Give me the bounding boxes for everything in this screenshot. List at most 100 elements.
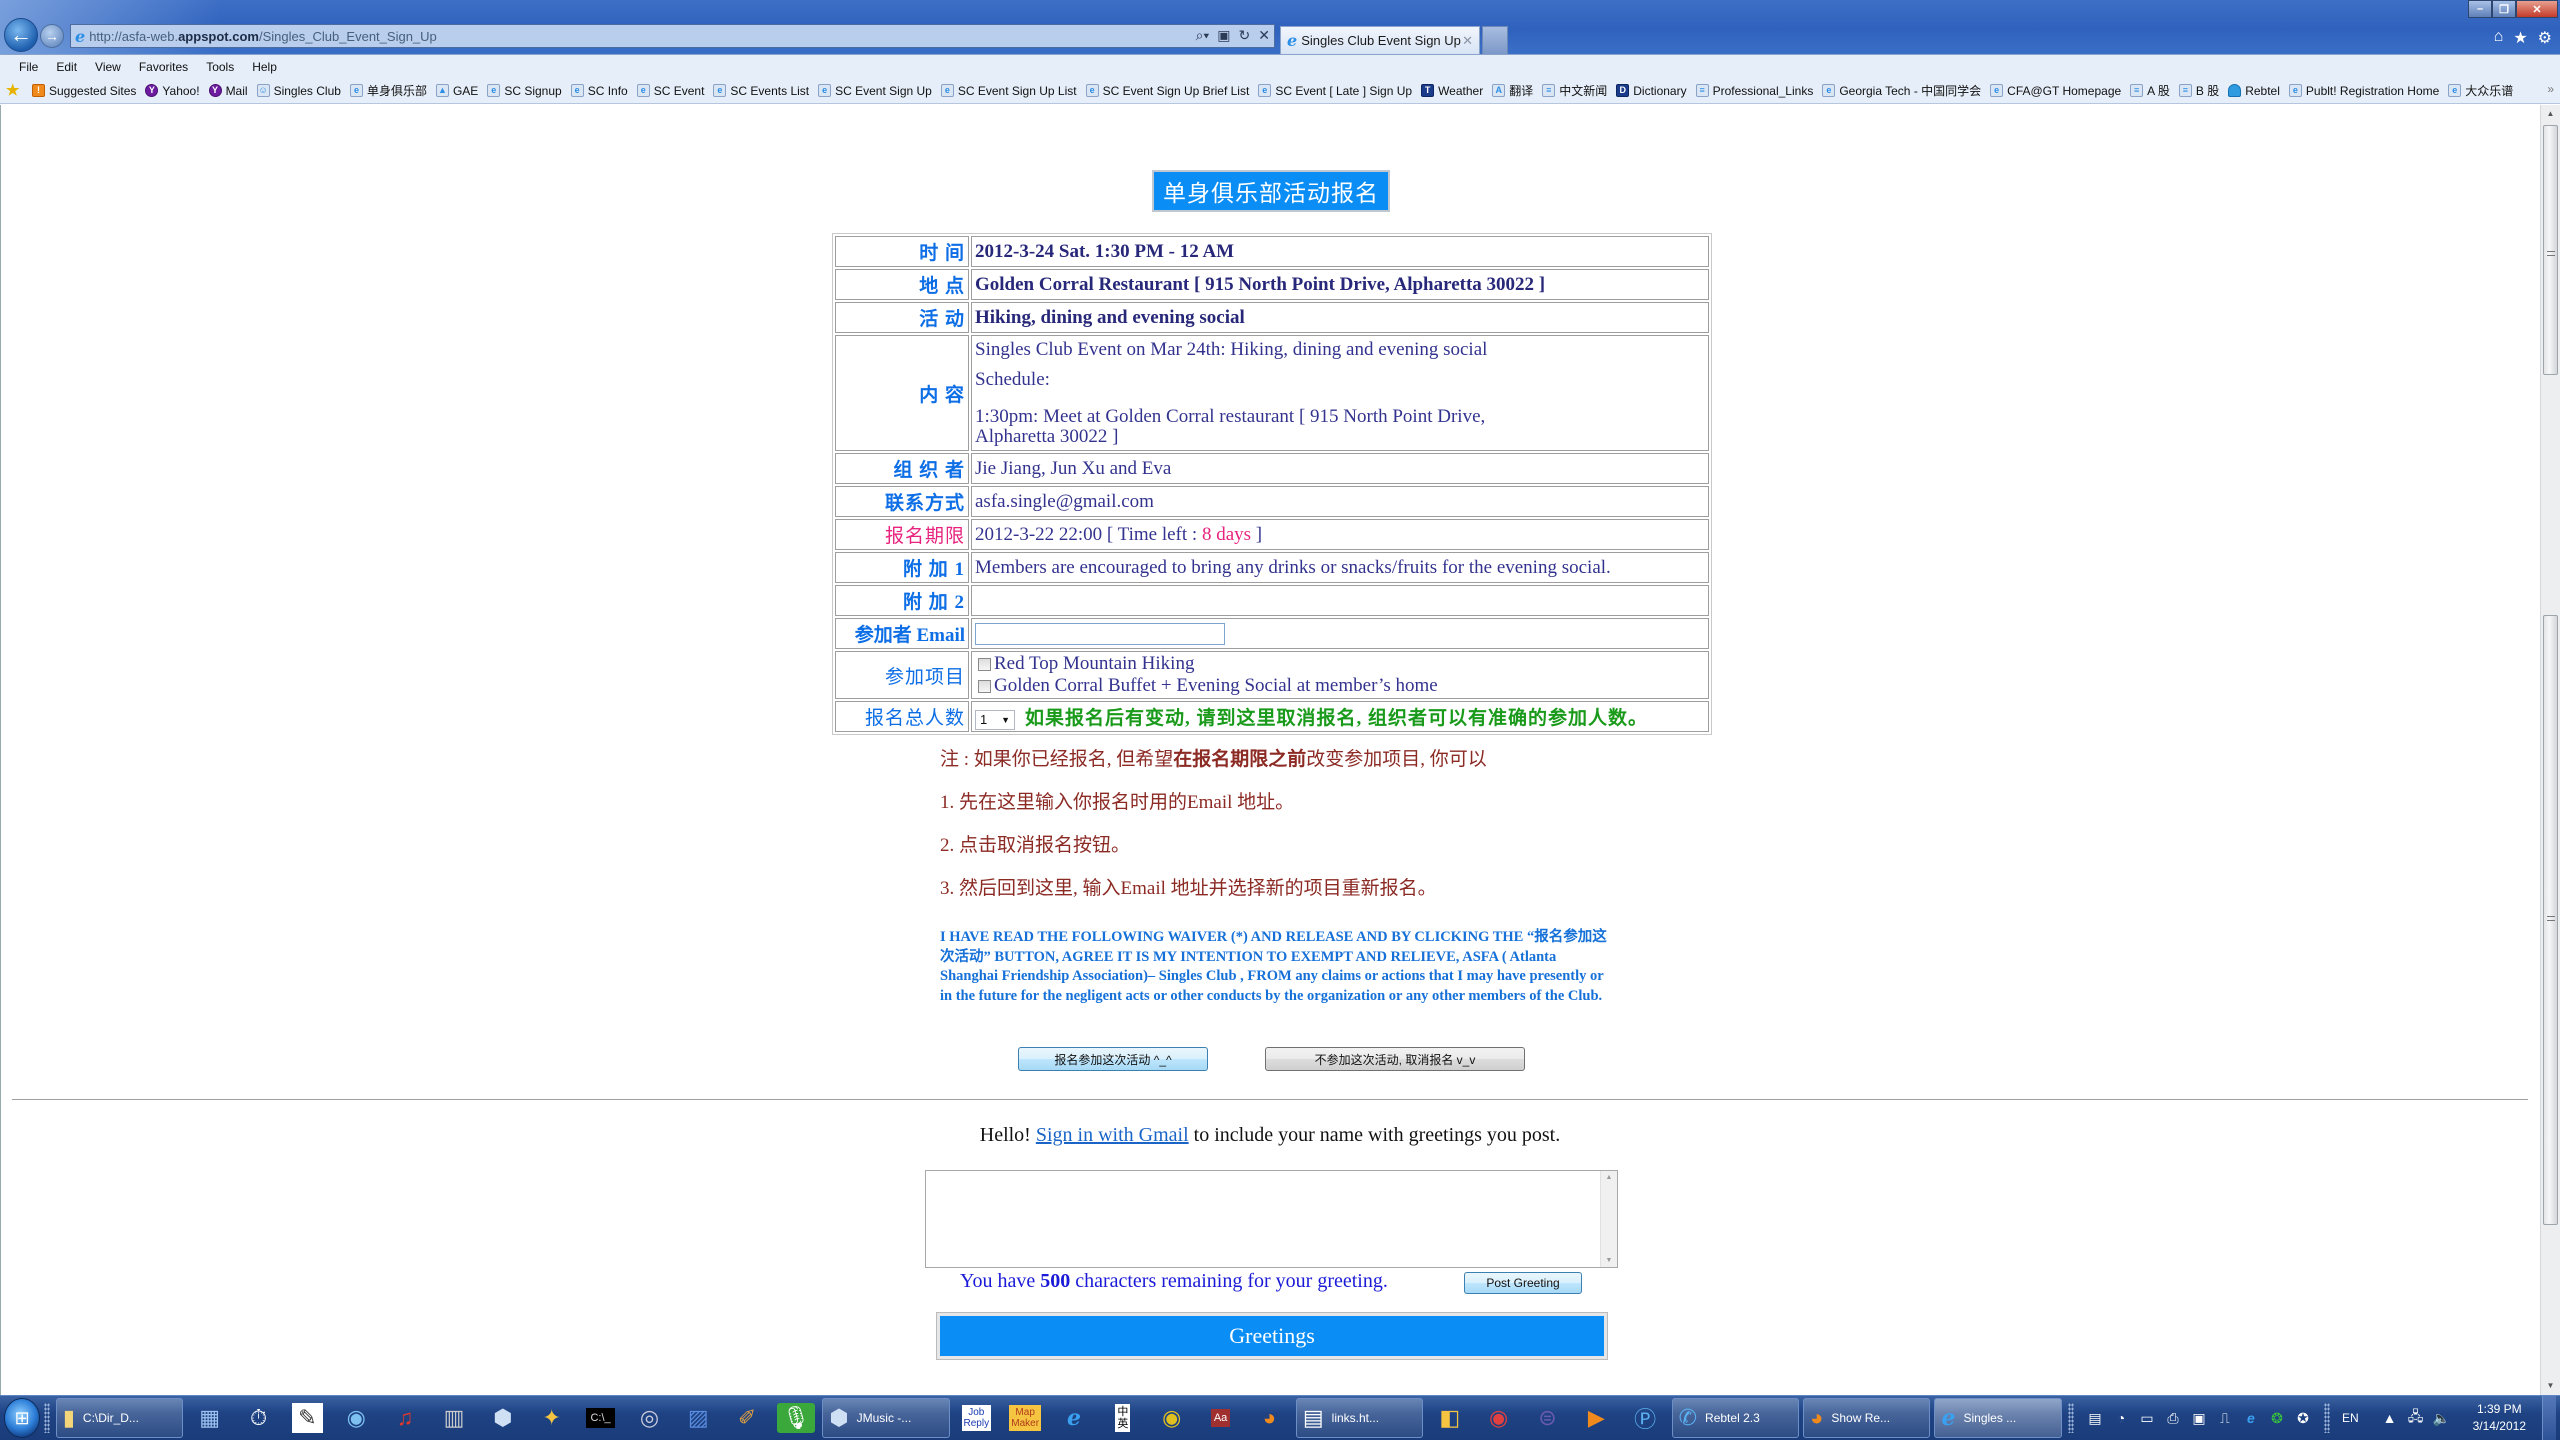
ie-tray-icon[interactable]: e [2242, 1409, 2260, 1427]
signup-button[interactable]: 报名参加这次活动 ^_^ [1018, 1047, 1208, 1071]
taskbar-links-window[interactable]: ▤ links.ht... [1295, 1398, 1424, 1438]
tray-grip-2[interactable] [2323, 1403, 2330, 1433]
fav-gae[interactable]: ▲ GAE [435, 84, 478, 98]
fav-sc-info[interactable]: e SC Info [570, 84, 628, 98]
fav-rebtel[interactable]: Rebtel [2228, 84, 2280, 98]
network-icon[interactable]: 🖧 [2407, 1408, 2425, 1427]
show-hidden-icons-arrow-icon[interactable]: ▲ [2381, 1409, 2399, 1427]
scanner-tray-icon[interactable]: ⎙ [2164, 1409, 2182, 1427]
taskbar-cn-en-dict[interactable]: 中英 [1098, 1398, 1147, 1438]
home-icon[interactable]: ⌂ [2494, 28, 2504, 48]
menu-help[interactable]: Help [243, 60, 286, 74]
menu-favorites[interactable]: Favorites [130, 60, 197, 74]
taskbar-job-reply[interactable]: Job Reply [952, 1398, 1001, 1438]
taskbar-paint[interactable]: ▨ [674, 1398, 723, 1438]
taskbar-virtualbox[interactable]: ⬢ [478, 1398, 527, 1438]
taskbar-firefox[interactable]: ◕ [1245, 1398, 1294, 1438]
fav-sc-events-list[interactable]: e SC Events List [713, 84, 809, 98]
fav-georgia-tech[interactable]: e Georgia Tech - 中国同学会 [1822, 82, 1981, 99]
stop-icon[interactable]: ✕ [1258, 27, 1270, 44]
compass-tray-icon[interactable]: ✪ [2294, 1409, 2312, 1427]
menu-edit[interactable]: Edit [47, 60, 86, 74]
volume-icon[interactable]: 🔈 [2433, 1409, 2451, 1427]
minimize-button[interactable]: – [2468, 0, 2492, 18]
taskbar-rocket-app[interactable]: ▥ [430, 1398, 479, 1438]
fav-sc-event-sign-up-brief-list[interactable]: e SC Event Sign Up Brief List [1085, 84, 1249, 98]
fav-professional-links[interactable]: ≡ Professional_Links [1695, 84, 1813, 98]
taskbar-map-maker[interactable]: Map Maker [1001, 1398, 1050, 1438]
fav-publt-registration[interactable]: e Publt! Registration Home [2288, 84, 2439, 98]
post-greeting-button[interactable]: Post Greeting [1464, 1272, 1582, 1294]
start-button[interactable]: ⊞ [4, 1398, 41, 1438]
new-tab-button[interactable] [1482, 26, 1508, 54]
scroll-thumb-secondary[interactable] [2543, 615, 2558, 1225]
tab-close-icon[interactable]: ✕ [1462, 33, 1473, 49]
taskbar-brushes[interactable]: ✐ [723, 1398, 772, 1438]
taskbar-grip[interactable] [44, 1403, 50, 1433]
taskbar-camera[interactable]: ◎ [625, 1398, 674, 1438]
taskbar-dictionary-app[interactable]: Aa [1196, 1398, 1245, 1438]
fav-yahoo[interactable]: Y Yahoo! [145, 84, 200, 98]
menu-tools[interactable]: Tools [197, 60, 243, 74]
cancel-signup-button[interactable]: 不参加这次活动, 取消报名 v_v [1265, 1047, 1525, 1071]
close-window-button[interactable]: ✕ [2516, 0, 2558, 18]
show-desktop-button[interactable] [2542, 1396, 2556, 1440]
taskbar-gold-app[interactable]: ✦ [527, 1398, 576, 1438]
taskbar-jmusic-window[interactable]: ⬢ JMusic -... [822, 1398, 950, 1438]
taskbar-app-blue-yellow[interactable]: ◧ [1425, 1398, 1474, 1438]
fav-sc-signup[interactable]: e SC Signup [487, 84, 562, 98]
taskbar-app-bird[interactable]: ◉ [332, 1398, 381, 1438]
fav-suggested-sites[interactable]: ! Suggested Sites [32, 84, 136, 98]
taskbar-eclipse[interactable]: ⊜ [1523, 1398, 1572, 1438]
buffet-checkbox[interactable] [978, 679, 991, 693]
green-app-tray-icon[interactable]: ❂ [2268, 1409, 2286, 1427]
refresh-icon[interactable]: ↻ [1239, 27, 1251, 44]
favorites-star-icon[interactable]: ★ [2513, 28, 2527, 48]
item-option-buffet[interactable]: Golden Corral Buffet + Evening Social at… [975, 675, 1705, 697]
taskbar-ie[interactable]: e [1050, 1398, 1099, 1438]
taskbar-media-player[interactable]: ◉ [1474, 1398, 1523, 1438]
taskbar-ie-window[interactable]: e Singles ... [1934, 1398, 2062, 1438]
fav-sc-event-late-sign-up[interactable]: e SC Event [ Late ] Sign Up [1258, 84, 1412, 98]
restore-button[interactable]: ❐ [2492, 0, 2516, 18]
taskbar-piano[interactable]: ♫ [381, 1398, 430, 1438]
hiking-checkbox[interactable] [978, 657, 991, 671]
url-text[interactable]: http://asfa-web.appspot.com/Singles_Club… [89, 29, 437, 44]
favorites-star[interactable]: ★ [6, 83, 23, 98]
tab-singles-club-event[interactable]: e Singles Club Event Sign Up ✕ [1280, 26, 1480, 54]
fav-sc-event-sign-up[interactable]: e SC Event Sign Up [818, 84, 932, 98]
fav-a-shares[interactable]: ≡ A 股 [2130, 82, 2170, 99]
address-bar[interactable]: e http://asfa-web.appspot.com/Singles_Cl… [70, 24, 1275, 48]
forward-button[interactable]: → [40, 24, 64, 48]
taskbar-video-app[interactable]: ▶ [1572, 1398, 1621, 1438]
fav-sc-event-sign-up-list[interactable]: e SC Event Sign Up List [940, 84, 1077, 98]
taskbar-stopwatch[interactable]: ⏱ [234, 1398, 283, 1438]
tools-gear-icon[interactable]: ⚙ [2538, 28, 2552, 48]
fav-b-shares[interactable]: ≡ B 股 [2178, 82, 2219, 99]
tray-grip[interactable] [2067, 1403, 2074, 1433]
participant-email-input[interactable] [975, 623, 1225, 645]
taskbar-cmd[interactable]: C:\_ [576, 1398, 625, 1438]
windows-tray-icon[interactable]: ▣ [2190, 1409, 2208, 1427]
participant-count-select[interactable]: 1 ▼ [975, 709, 1015, 730]
taskbar-chrome[interactable]: ◉ [1147, 1398, 1196, 1438]
item-option-hiking[interactable]: Red Top Mountain Hiking [975, 653, 1705, 675]
fav-singles-club-cn[interactable]: e 单身俱乐部 [349, 82, 427, 99]
taskbar-microphone[interactable]: 🎙 [772, 1398, 821, 1438]
taskbar-p-app[interactable]: Ⓟ [1621, 1398, 1670, 1438]
taskbar-pen-tool[interactable]: ✎ [283, 1398, 332, 1438]
language-indicator[interactable]: EN [2342, 1411, 2359, 1425]
fav-dictionary[interactable]: D Dictionary [1616, 84, 1687, 98]
fav-singles-club[interactable]: ☺ Singles Club [256, 84, 341, 98]
monitor-tray-icon[interactable]: ▭ [2138, 1409, 2156, 1427]
fav-cfa-gt[interactable]: e CFA@GT Homepage [1990, 84, 2121, 98]
menu-view[interactable]: View [86, 60, 130, 74]
taskbar-rebtel-window[interactable]: ✆ Rebtel 2.3 [1671, 1398, 1800, 1438]
taskbar-calculator[interactable]: ▦ [185, 1398, 234, 1438]
search-icon[interactable]: ⌕▾ [1196, 27, 1210, 44]
taskbar-explorer-window[interactable]: ▮ C:\Dir_D... [55, 1398, 184, 1438]
scroll-down-arrow-icon[interactable]: ▼ [2541, 1379, 2560, 1393]
menu-file[interactable]: File [10, 60, 47, 74]
taskbar-firefox-window[interactable]: ◕ Show Re... [1803, 1398, 1931, 1438]
fav-chinese-news[interactable]: ≡ 中文新闻 [1542, 82, 1607, 99]
